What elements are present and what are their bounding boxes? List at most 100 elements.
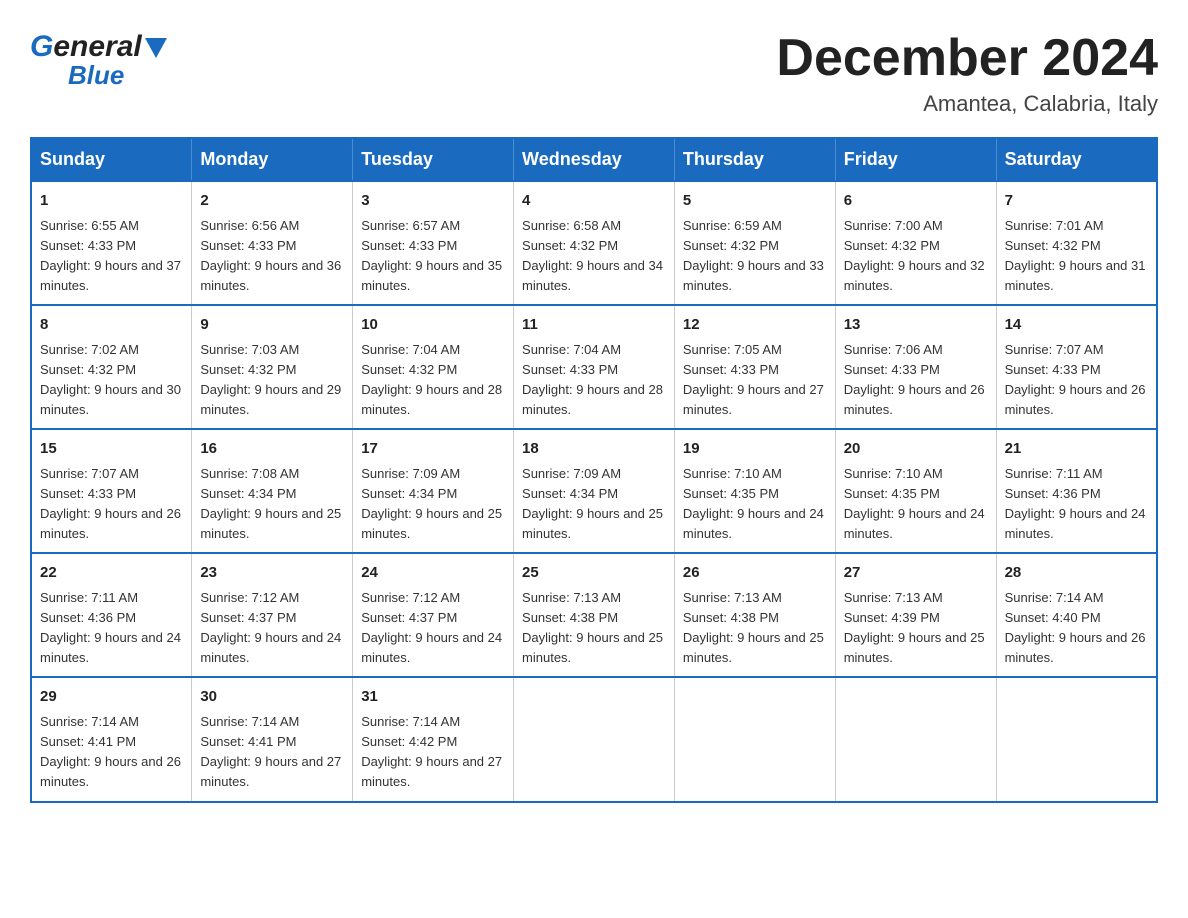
calendar-day-cell: 15 Sunrise: 7:07 AMSunset: 4:33 PMDayligh… bbox=[31, 429, 192, 553]
calendar-day-cell bbox=[514, 677, 675, 801]
day-number: 5 bbox=[683, 190, 827, 213]
calendar-day-cell: 29 Sunrise: 7:14 AMSunset: 4:41 PMDayligh… bbox=[31, 677, 192, 801]
title-section: December 2024 Amantea, Calabria, Italy bbox=[776, 30, 1158, 117]
day-number: 13 bbox=[844, 314, 988, 337]
day-number: 9 bbox=[200, 314, 344, 337]
day-number: 20 bbox=[844, 438, 988, 461]
day-info: Sunrise: 7:14 AMSunset: 4:40 PMDaylight:… bbox=[1005, 588, 1148, 669]
day-info: Sunrise: 6:58 AMSunset: 4:32 PMDaylight:… bbox=[522, 216, 666, 297]
calendar-day-cell: 5Sunrise: 6:59 AMSunset: 4:32 PMDaylight… bbox=[674, 181, 835, 305]
day-number: 12 bbox=[683, 314, 827, 337]
day-info: Sunrise: 7:04 AMSunset: 4:32 PMDaylight:… bbox=[361, 340, 505, 421]
day-info: Sunrise: 6:56 AMSunset: 4:33 PMDaylight:… bbox=[200, 216, 344, 297]
calendar-day-cell: 26Sunrise: 7:13 AMSunset: 4:38 PMDayligh… bbox=[674, 553, 835, 677]
calendar-day-cell: 11 Sunrise: 7:04 AMSunset: 4:33 PMDayligh… bbox=[514, 305, 675, 429]
logo-blue-text: Blue bbox=[68, 60, 124, 91]
calendar-day-cell: 10 Sunrise: 7:04 AMSunset: 4:32 PMDayligh… bbox=[353, 305, 514, 429]
day-header-saturday: Saturday bbox=[996, 138, 1157, 181]
day-header-friday: Friday bbox=[835, 138, 996, 181]
day-number: 22 bbox=[40, 562, 183, 585]
day-number: 1 bbox=[40, 190, 183, 213]
day-number: 10 bbox=[361, 314, 505, 337]
calendar-day-cell bbox=[996, 677, 1157, 801]
day-info: Sunrise: 7:07 AMSunset: 4:33 PMDaylight:… bbox=[40, 464, 183, 545]
calendar-day-cell: 9 Sunrise: 7:03 AMSunset: 4:32 PMDaylight… bbox=[192, 305, 353, 429]
location-subtitle: Amantea, Calabria, Italy bbox=[776, 91, 1158, 117]
day-number: 23 bbox=[200, 562, 344, 585]
day-number: 24 bbox=[361, 562, 505, 585]
calendar-table: SundayMondayTuesdayWednesdayThursdayFrid… bbox=[30, 137, 1158, 802]
page-header: General Blue December 2024 Amantea, Cala… bbox=[30, 30, 1158, 117]
calendar-day-cell: 19 Sunrise: 7:10 AMSunset: 4:35 PMDayligh… bbox=[674, 429, 835, 553]
day-number: 29 bbox=[40, 686, 183, 709]
day-number: 16 bbox=[200, 438, 344, 461]
day-number: 4 bbox=[522, 190, 666, 213]
day-number: 21 bbox=[1005, 438, 1148, 461]
day-number: 28 bbox=[1005, 562, 1148, 585]
day-header-tuesday: Tuesday bbox=[353, 138, 514, 181]
day-number: 6 bbox=[844, 190, 988, 213]
day-number: 3 bbox=[361, 190, 505, 213]
calendar-week-row: 8 Sunrise: 7:02 AMSunset: 4:32 PMDaylight… bbox=[31, 305, 1157, 429]
day-number: 17 bbox=[361, 438, 505, 461]
calendar-week-row: 22 Sunrise: 7:11 AMSunset: 4:36 PMDayligh… bbox=[31, 553, 1157, 677]
calendar-week-row: 15 Sunrise: 7:07 AMSunset: 4:33 PMDayligh… bbox=[31, 429, 1157, 553]
day-number: 14 bbox=[1005, 314, 1148, 337]
day-number: 2 bbox=[200, 190, 344, 213]
day-info: Sunrise: 7:01 AMSunset: 4:32 PMDaylight:… bbox=[1005, 216, 1148, 297]
day-info: Sunrise: 7:06 AMSunset: 4:33 PMDaylight:… bbox=[844, 340, 988, 421]
day-info: Sunrise: 7:10 AMSunset: 4:35 PMDaylight:… bbox=[844, 464, 988, 545]
day-info: Sunrise: 7:11 AMSunset: 4:36 PMDaylight:… bbox=[40, 588, 183, 669]
calendar-day-cell: 1 Sunrise: 6:55 AMSunset: 4:33 PMDaylight… bbox=[31, 181, 192, 305]
day-info: Sunrise: 7:02 AMSunset: 4:32 PMDaylight:… bbox=[40, 340, 183, 421]
calendar-day-cell: 2 Sunrise: 6:56 AMSunset: 4:33 PMDaylight… bbox=[192, 181, 353, 305]
calendar-day-cell: 24Sunrise: 7:12 AMSunset: 4:37 PMDayligh… bbox=[353, 553, 514, 677]
calendar-day-cell: 30Sunrise: 7:14 AMSunset: 4:41 PMDayligh… bbox=[192, 677, 353, 801]
day-info: Sunrise: 7:14 AMSunset: 4:42 PMDaylight:… bbox=[361, 712, 505, 793]
day-number: 27 bbox=[844, 562, 988, 585]
calendar-day-cell: 23 Sunrise: 7:12 AMSunset: 4:37 PMDayligh… bbox=[192, 553, 353, 677]
day-info: Sunrise: 7:10 AMSunset: 4:35 PMDaylight:… bbox=[683, 464, 827, 545]
day-number: 15 bbox=[40, 438, 183, 461]
day-number: 11 bbox=[522, 314, 666, 337]
calendar-day-cell: 14 Sunrise: 7:07 AMSunset: 4:33 PMDayligh… bbox=[996, 305, 1157, 429]
day-info: Sunrise: 7:05 AMSunset: 4:33 PMDaylight:… bbox=[683, 340, 827, 421]
day-header-wednesday: Wednesday bbox=[514, 138, 675, 181]
day-info: Sunrise: 7:00 AMSunset: 4:32 PMDaylight:… bbox=[844, 216, 988, 297]
day-info: Sunrise: 6:55 AMSunset: 4:33 PMDaylight:… bbox=[40, 216, 183, 297]
day-info: Sunrise: 7:04 AMSunset: 4:33 PMDaylight:… bbox=[522, 340, 666, 421]
day-number: 18 bbox=[522, 438, 666, 461]
calendar-day-cell: 18Sunrise: 7:09 AMSunset: 4:34 PMDayligh… bbox=[514, 429, 675, 553]
day-number: 19 bbox=[683, 438, 827, 461]
calendar-day-cell: 4 Sunrise: 6:58 AMSunset: 4:32 PMDaylight… bbox=[514, 181, 675, 305]
calendar-week-row: 1 Sunrise: 6:55 AMSunset: 4:33 PMDaylight… bbox=[31, 181, 1157, 305]
day-info: Sunrise: 7:08 AMSunset: 4:34 PMDaylight:… bbox=[200, 464, 344, 545]
calendar-day-cell: 17Sunrise: 7:09 AMSunset: 4:34 PMDayligh… bbox=[353, 429, 514, 553]
day-info: Sunrise: 7:07 AMSunset: 4:33 PMDaylight:… bbox=[1005, 340, 1148, 421]
calendar-header-row: SundayMondayTuesdayWednesdayThursdayFrid… bbox=[31, 138, 1157, 181]
day-number: 31 bbox=[361, 686, 505, 709]
day-info: Sunrise: 7:11 AMSunset: 4:36 PMDaylight:… bbox=[1005, 464, 1148, 545]
day-info: Sunrise: 7:12 AMSunset: 4:37 PMDaylight:… bbox=[200, 588, 344, 669]
calendar-day-cell: 27Sunrise: 7:13 AMSunset: 4:39 PMDayligh… bbox=[835, 553, 996, 677]
calendar-day-cell: 16 Sunrise: 7:08 AMSunset: 4:34 PMDayligh… bbox=[192, 429, 353, 553]
calendar-day-cell: 13 Sunrise: 7:06 AMSunset: 4:33 PMDayligh… bbox=[835, 305, 996, 429]
day-info: Sunrise: 7:03 AMSunset: 4:32 PMDaylight:… bbox=[200, 340, 344, 421]
calendar-day-cell: 6 Sunrise: 7:00 AMSunset: 4:32 PMDaylight… bbox=[835, 181, 996, 305]
day-number: 8 bbox=[40, 314, 183, 337]
calendar-day-cell: 21 Sunrise: 7:11 AMSunset: 4:36 PMDayligh… bbox=[996, 429, 1157, 553]
calendar-day-cell: 12 Sunrise: 7:05 AMSunset: 4:33 PMDayligh… bbox=[674, 305, 835, 429]
calendar-day-cell bbox=[674, 677, 835, 801]
calendar-day-cell: 20 Sunrise: 7:10 AMSunset: 4:35 PMDayligh… bbox=[835, 429, 996, 553]
calendar-day-cell: 22 Sunrise: 7:11 AMSunset: 4:36 PMDayligh… bbox=[31, 553, 192, 677]
day-info: Sunrise: 7:13 AMSunset: 4:38 PMDaylight:… bbox=[522, 588, 666, 669]
day-header-monday: Monday bbox=[192, 138, 353, 181]
day-number: 30 bbox=[200, 686, 344, 709]
month-title: December 2024 bbox=[776, 30, 1158, 87]
day-info: Sunrise: 7:14 AMSunset: 4:41 PMDaylight:… bbox=[40, 712, 183, 793]
calendar-day-cell: 8 Sunrise: 7:02 AMSunset: 4:32 PMDaylight… bbox=[31, 305, 192, 429]
calendar-day-cell: 28 Sunrise: 7:14 AMSunset: 4:40 PMDayligh… bbox=[996, 553, 1157, 677]
logo-arrow-icon bbox=[145, 38, 167, 58]
calendar-day-cell: 25Sunrise: 7:13 AMSunset: 4:38 PMDayligh… bbox=[514, 553, 675, 677]
logo: General Blue bbox=[30, 30, 167, 91]
